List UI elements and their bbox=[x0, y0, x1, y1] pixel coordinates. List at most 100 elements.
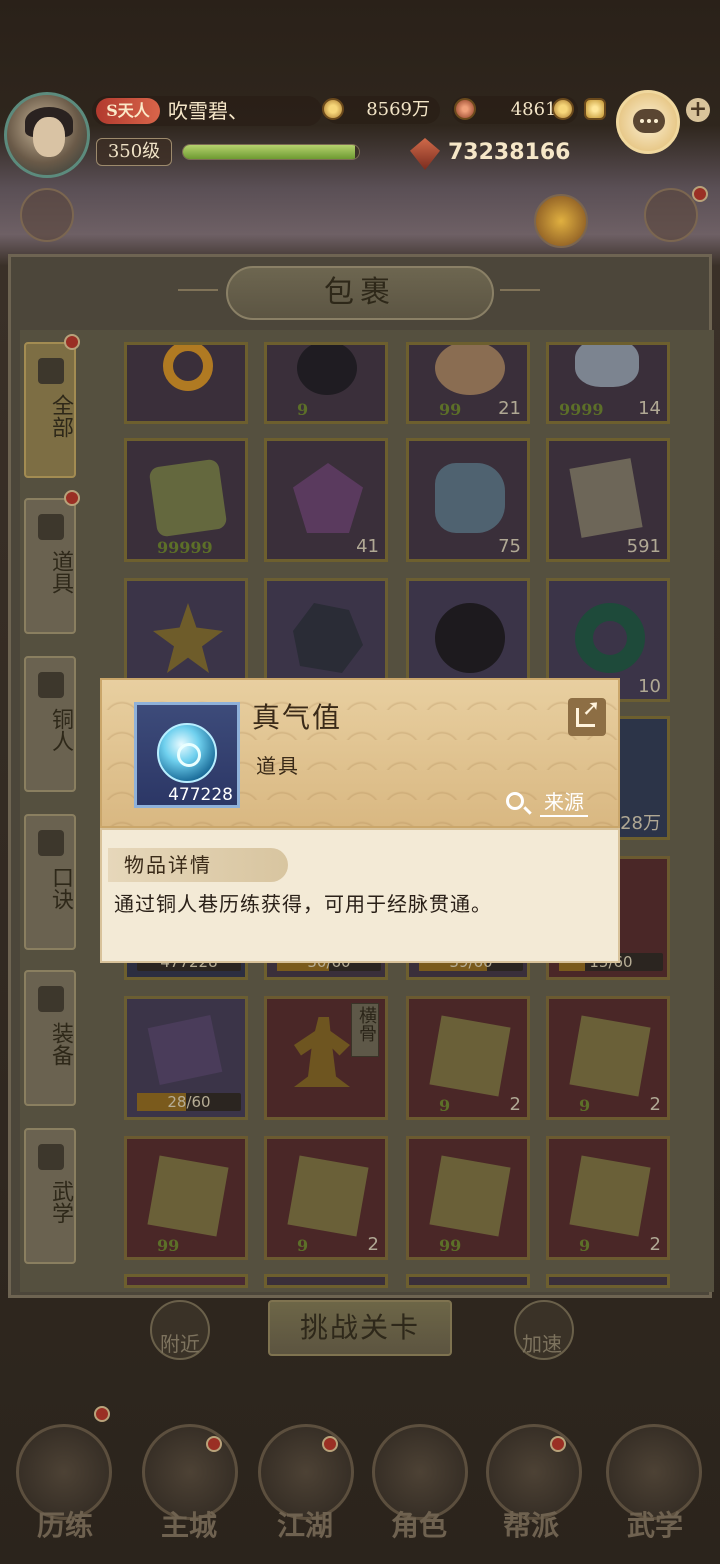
gold-star-ore-icon bbox=[153, 603, 223, 673]
event-icon[interactable] bbox=[644, 188, 698, 242]
vip-badge: S天人 bbox=[96, 98, 160, 124]
panel-title: 包裹 bbox=[226, 266, 494, 320]
inventory-slot[interactable]: 9999 14 bbox=[546, 342, 670, 424]
inventory-slot[interactable]: 591 bbox=[546, 438, 670, 562]
player-avatar[interactable] bbox=[4, 92, 90, 178]
inventory-slot[interactable]: 9 bbox=[264, 342, 388, 424]
chat-button[interactable] bbox=[616, 90, 680, 154]
martial-card-icon bbox=[429, 1155, 511, 1237]
item-rank: 9 bbox=[297, 400, 309, 419]
notification-dot bbox=[322, 1436, 338, 1452]
silver-ingot-icon bbox=[552, 98, 574, 120]
exp-bar bbox=[182, 144, 360, 160]
item-rank: 9999 bbox=[559, 400, 604, 419]
martial-card-icon bbox=[287, 1155, 369, 1237]
purple-crystal-icon bbox=[293, 463, 363, 533]
add-currency-button[interactable]: + bbox=[686, 98, 710, 122]
challenge-stage-button[interactable]: 挑战关卡 bbox=[268, 1300, 452, 1356]
popup-body: 物品详情 通过铜人巷历练获得，可用于经脉贯通。 bbox=[100, 828, 620, 963]
item-rank: 9 bbox=[439, 1096, 451, 1115]
player-level: 350级 bbox=[96, 138, 172, 166]
item-count: 21 bbox=[498, 398, 521, 419]
inventory-slot[interactable]: 99 bbox=[124, 1136, 248, 1260]
item-name: 真气值 bbox=[252, 701, 343, 734]
gold-ingot-icon bbox=[584, 98, 606, 120]
copper-coin-icon bbox=[322, 98, 344, 120]
notification-dot bbox=[692, 186, 708, 202]
black-stone-icon bbox=[435, 603, 505, 673]
search-icon bbox=[506, 792, 524, 810]
scroll-icon bbox=[38, 830, 64, 856]
inventory-slot[interactable] bbox=[406, 1274, 530, 1288]
inventory-slot[interactable]: 75 bbox=[406, 438, 530, 562]
tab-bronze-man[interactable]: 铜人 bbox=[24, 656, 76, 792]
tab-formula[interactable]: 口诀 bbox=[24, 814, 76, 950]
copper-coin-value: 8569万 bbox=[366, 99, 430, 120]
nav-label: 角色 bbox=[390, 1509, 447, 1542]
notification-dot bbox=[64, 490, 80, 506]
item-count: 2 bbox=[509, 1094, 521, 1115]
item-count: 28万 bbox=[620, 813, 661, 834]
progress-bar: 28/60 bbox=[137, 1093, 241, 1111]
exp-bar-fill bbox=[183, 145, 356, 159]
jade-tablet-icon bbox=[148, 458, 228, 538]
diamond-icon bbox=[435, 463, 505, 533]
player-name: 吹雪碧、 bbox=[168, 99, 248, 123]
item-quantity: 477228 bbox=[168, 785, 233, 805]
item-detail-popup: 477228 真气值 道具 来源 物品详情 通过铜人巷历练获得，可用于经脉贯通。 bbox=[100, 678, 620, 963]
tab-label: 武学 bbox=[48, 1180, 73, 1224]
item-rank: 9 bbox=[579, 1096, 591, 1115]
gem-icon bbox=[454, 98, 476, 120]
chat-bubble-icon bbox=[633, 109, 665, 133]
martial-card-icon bbox=[147, 1155, 229, 1237]
inventory-slot[interactable]: 41 bbox=[264, 438, 388, 562]
inventory-slot[interactable] bbox=[124, 1274, 248, 1288]
inventory-slot[interactable] bbox=[124, 342, 248, 424]
pavilion-icon[interactable] bbox=[20, 188, 74, 242]
source-label: 来源 bbox=[540, 786, 588, 817]
inventory-slot[interactable]: 99 bbox=[406, 1136, 530, 1260]
item-count: 75 bbox=[498, 536, 521, 557]
jade-cloud-icon bbox=[575, 345, 639, 387]
inventory-slot[interactable]: 9 2 bbox=[546, 1136, 670, 1260]
title-ornament bbox=[500, 289, 540, 291]
inventory-slot[interactable]: 99 21 bbox=[406, 342, 530, 424]
item-count: 2 bbox=[649, 1094, 661, 1115]
tab-label: 道具 bbox=[48, 550, 73, 594]
notification-dot bbox=[94, 1406, 110, 1422]
martial-card-icon bbox=[429, 1015, 511, 1097]
inventory-slot[interactable]: 9 2 bbox=[406, 996, 530, 1120]
bronze-man-icon bbox=[38, 672, 64, 698]
inventory-slot[interactable]: 9 2 bbox=[546, 996, 670, 1120]
item-rank: 99 bbox=[439, 1236, 462, 1255]
item-count: 14 bbox=[638, 398, 661, 419]
avatar-face bbox=[33, 117, 65, 157]
crossed-swords-icon[interactable] bbox=[534, 194, 588, 248]
item-count: 2 bbox=[367, 1234, 379, 1255]
item-tag: 横骨 bbox=[351, 1003, 379, 1057]
true-qi-orb-icon bbox=[157, 723, 217, 783]
tab-items[interactable]: 道具 bbox=[24, 498, 76, 634]
inventory-slot[interactable]: 28/60 bbox=[124, 996, 248, 1120]
tab-all[interactable]: 全部 bbox=[24, 342, 76, 478]
tab-martial[interactable]: 武学 bbox=[24, 1128, 76, 1264]
purple-book-icon bbox=[147, 1014, 223, 1086]
tab-label: 口诀 bbox=[48, 866, 73, 910]
nav-label: 武学 bbox=[626, 1509, 683, 1542]
share-icon[interactable] bbox=[568, 696, 606, 736]
notification-dot bbox=[64, 334, 80, 350]
game-screen: S天人 吹雪碧、 350级 8569万 48618 + 73238166 包裹 … bbox=[0, 0, 720, 1564]
inventory-slot[interactable]: 横骨 bbox=[264, 996, 388, 1120]
inventory-slot[interactable]: 9 2 bbox=[264, 1136, 388, 1260]
item-rank: 9 bbox=[297, 1236, 309, 1255]
nav-label: 江湖 bbox=[276, 1509, 333, 1542]
amber-stone-icon bbox=[435, 345, 505, 395]
title-ornament bbox=[178, 289, 218, 291]
item-rank: 99 bbox=[439, 400, 462, 419]
item-rank: 99 bbox=[157, 1236, 180, 1255]
martial-card-icon bbox=[569, 1155, 651, 1237]
inventory-slot[interactable]: 99999 bbox=[124, 438, 248, 562]
inventory-slot[interactable] bbox=[264, 1274, 388, 1288]
tab-equipment[interactable]: 装备 bbox=[24, 970, 76, 1106]
inventory-slot[interactable] bbox=[546, 1274, 670, 1288]
